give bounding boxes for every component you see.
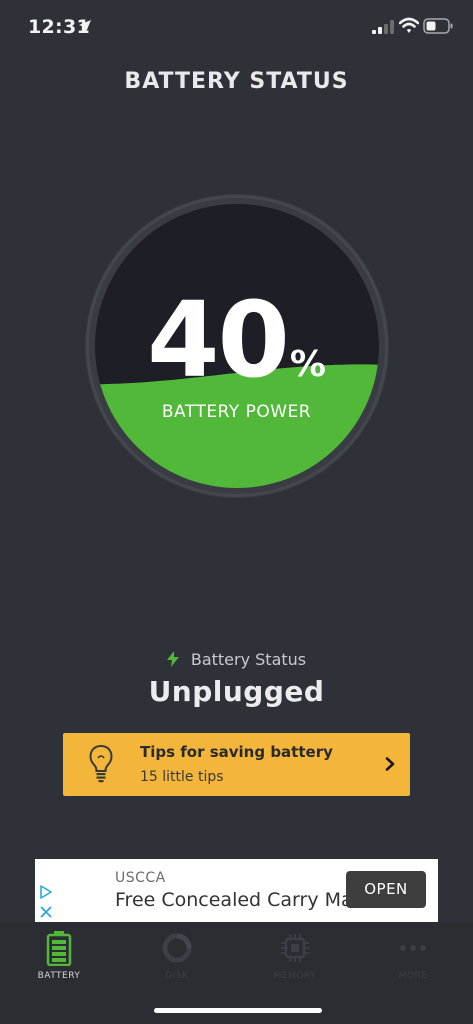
ad-open-button[interactable]: OPEN: [346, 871, 426, 908]
ad-brand: USCCA: [115, 870, 166, 886]
battery-percent: 40%: [0, 288, 473, 392]
ad-banner[interactable]: USCCA Free Concealed Carry Ma OPEN: [35, 859, 438, 922]
home-indicator[interactable]: [154, 1008, 322, 1013]
status-bar: 12:31: [0, 0, 473, 56]
location-arrow-icon: [79, 20, 91, 32]
tab-battery[interactable]: BATTERY: [0, 922, 118, 997]
battery-status-icon: [423, 18, 453, 34]
battery-status-label: Battery Status: [190, 650, 307, 669]
tips-title: Tips for saving battery: [140, 743, 333, 761]
chevron-right-icon: [385, 757, 395, 771]
ad-choices-icon[interactable]: [39, 885, 53, 899]
tab-disk-label: DISK: [165, 971, 189, 981]
tab-more[interactable]: MORE: [354, 922, 472, 997]
lightbulb-icon: [89, 744, 113, 783]
battery-power-label: BATTERY POWER: [161, 402, 312, 422]
more-dots-icon: [400, 945, 426, 951]
tab-disk[interactable]: DISK: [118, 922, 236, 997]
tips-banner[interactable]: Tips for saving battery 15 little tips: [63, 733, 410, 796]
page-title: BATTERY STATUS: [124, 69, 349, 94]
battery-status-label-row: Battery Status: [0, 650, 473, 669]
ad-headline[interactable]: Free Concealed Carry Ma: [115, 889, 355, 911]
battery-percent-value: 40: [147, 279, 290, 401]
tab-battery-label: BATTERY: [37, 971, 81, 981]
disk-icon: [162, 933, 192, 963]
battery-status-value: Unplugged: [148, 675, 325, 708]
battery-icon: [46, 931, 72, 966]
wifi-icon: [399, 17, 419, 33]
tab-more-label: MORE: [398, 971, 428, 981]
memory-chip-icon: [281, 934, 309, 962]
percent-symbol: %: [289, 344, 326, 385]
cellular-signal-icon: [372, 20, 394, 34]
lightning-bolt-icon: [166, 651, 179, 667]
tab-memory[interactable]: MEMORY: [236, 922, 354, 997]
tips-subtitle: 15 little tips: [140, 769, 224, 785]
ad-close-icon[interactable]: [39, 905, 53, 919]
tab-memory-label: MEMORY: [273, 971, 317, 981]
